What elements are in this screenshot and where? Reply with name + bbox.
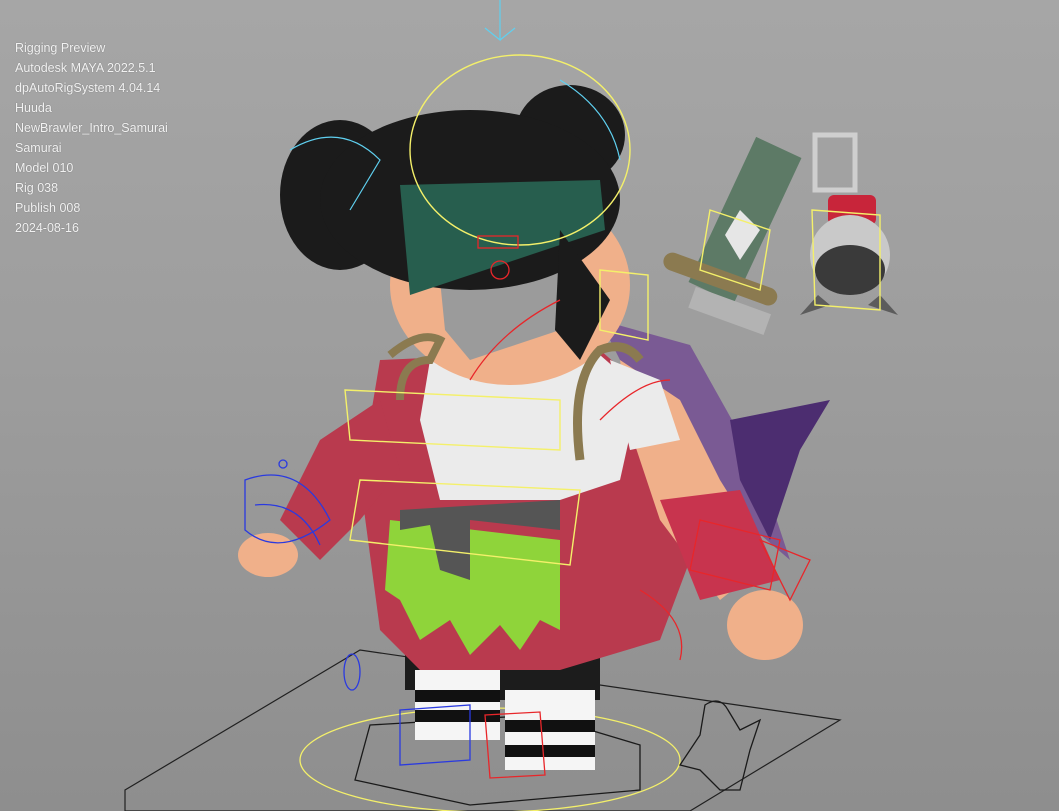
head [280, 85, 630, 385]
hud-line-rig: Rig 038 [15, 181, 59, 195]
hud-line-model: Model 010 [15, 161, 74, 175]
hud-line-software: Autodesk MAYA 2022.5.1 [15, 61, 156, 75]
hud-line-title: Rigging Preview [15, 41, 106, 55]
hud-line-date: 2024-08-16 [15, 221, 79, 235]
hud-line-character: Samurai [15, 141, 62, 155]
character-silhouette-icon [678, 700, 762, 791]
hud-overlay: Rigging Preview Autodesk MAYA 2022.5.1 d… [15, 38, 168, 238]
hud-line-author: Huuda [15, 101, 52, 115]
hud-line-publish: Publish 008 [15, 201, 81, 215]
hand-left [238, 533, 298, 577]
hud-line-asset: NewBrawler_Intro_Samurai [15, 121, 168, 135]
hand-right [727, 590, 803, 660]
hud-line-rig-system: dpAutoRigSystem 4.04.14 [15, 81, 161, 95]
